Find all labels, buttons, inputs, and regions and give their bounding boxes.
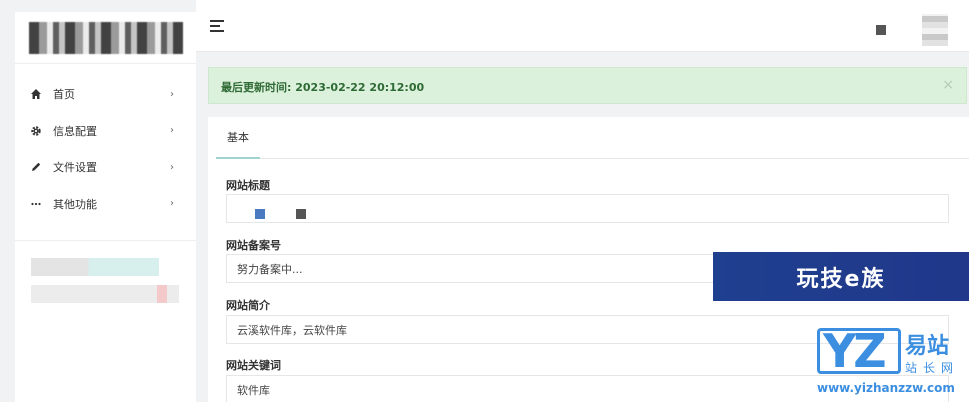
notification-icon[interactable]	[876, 25, 886, 35]
gear-icon	[29, 124, 43, 138]
redacted-info	[31, 258, 159, 276]
redacted-info	[296, 209, 306, 219]
watermark-banner: 玩技e族	[713, 252, 969, 301]
redacted-info	[31, 285, 179, 303]
sidebar-item-home[interactable]: 首页 ›	[15, 76, 196, 113]
sidebar-item-label: 其他功能	[53, 197, 97, 211]
avatar[interactable]	[922, 14, 948, 46]
watermark-title: 易站	[905, 334, 950, 359]
watermark-text: 玩技e族	[796, 266, 886, 292]
sidebar-item-label: 首页	[53, 88, 75, 102]
sidebar-divider	[15, 240, 196, 241]
redacted-info	[255, 209, 265, 219]
top-bar	[196, 0, 969, 52]
sidebar: 首页 › 信息配置 › 文件设置 › 其他功能 ›	[15, 12, 196, 402]
site-title-label: 网站标题	[226, 179, 270, 192]
sidebar-item-file-settings[interactable]: 文件设置 ›	[15, 149, 196, 186]
update-alert: 最后更新时间: 2023-02-22 20:12:00 ×	[208, 67, 967, 104]
pencil-icon	[29, 160, 43, 174]
ellipsis-icon	[29, 197, 43, 211]
site-title-input[interactable]	[226, 194, 949, 223]
icp-label: 网站备案号	[226, 239, 281, 252]
sidebar-menu: 首页 › 信息配置 › 文件设置 › 其他功能 ›	[15, 76, 196, 222]
watermark-url: www.yizhanzzw.com	[817, 381, 955, 395]
site-keywords-label: 网站关键词	[226, 359, 281, 372]
watermark-subtitle: 站长网	[905, 361, 960, 375]
close-icon[interactable]: ×	[942, 77, 954, 93]
home-icon	[29, 87, 43, 101]
chevron-right-icon: ›	[170, 88, 174, 100]
sidebar-item-label: 文件设置	[53, 161, 97, 175]
alert-text: 最后更新时间: 2023-02-22 20:12:00	[221, 81, 425, 94]
site-keywords-value: 软件库	[237, 383, 270, 397]
tab-basic[interactable]: 基本	[216, 117, 260, 159]
tab-bar: 基本	[216, 117, 969, 159]
icp-value: 努力备案中...	[237, 262, 303, 276]
site-intro-value: 云溪软件库，云软件库	[237, 323, 347, 337]
site-intro-label: 网站简介	[226, 299, 270, 312]
sidebar-item-label: 信息配置	[53, 124, 97, 138]
sidebar-item-other-functions[interactable]: 其他功能 ›	[15, 186, 196, 223]
chevron-right-icon: ›	[170, 125, 174, 137]
chevron-right-icon: ›	[170, 161, 174, 173]
watermark-logo: YZ 易站 站长网 www.yizhanzzw.com	[815, 324, 969, 402]
sidebar-item-info-config[interactable]: 信息配置 ›	[15, 113, 196, 150]
watermark-logo-text: YZ	[823, 324, 887, 378]
hamburger-icon[interactable]	[210, 20, 224, 32]
chevron-right-icon: ›	[170, 198, 174, 210]
logo[interactable]	[15, 12, 196, 64]
logo-image	[29, 22, 183, 54]
